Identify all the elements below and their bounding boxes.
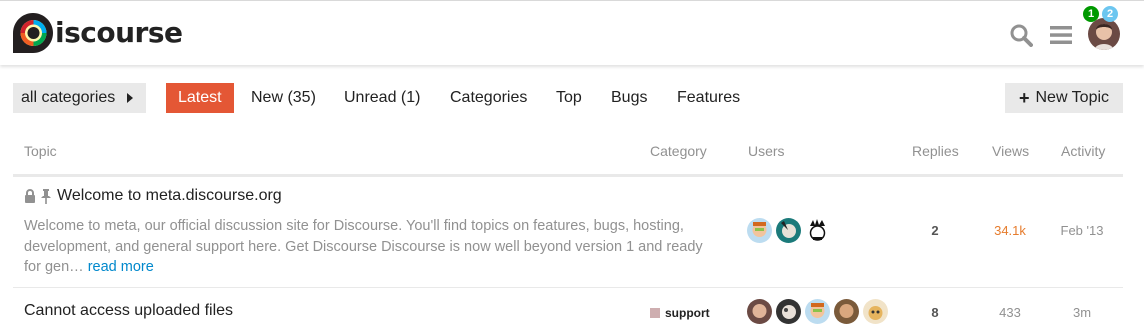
views-count: 433 [999, 305, 1021, 320]
nav-item-latest[interactable]: Latest [166, 83, 234, 113]
search-icon [1010, 24, 1033, 47]
topic-title-link[interactable]: Welcome to meta.discourse.org [24, 187, 282, 205]
message-badge[interactable]: 2 [1102, 6, 1118, 22]
views-count: 34.1k [994, 223, 1026, 238]
replies-count: 2 [931, 223, 939, 238]
category-dropdown-label: all categories [21, 89, 116, 106]
nav-item-features[interactable]: Features [677, 83, 740, 113]
plus-icon: + [1018, 88, 1030, 108]
user-avatar[interactable] [747, 299, 772, 324]
pin-icon [41, 188, 51, 204]
user-avatar[interactable] [863, 299, 888, 324]
nav-item-new[interactable]: New (35) [251, 83, 316, 113]
header-replies[interactable]: Replies [912, 143, 959, 159]
nav-item-unread[interactable]: Unread (1) [344, 83, 420, 113]
navigation-bar: all categories Latest New (35) Unread (1… [13, 82, 1123, 114]
header-topic[interactable]: Topic [24, 143, 57, 159]
user-menu-avatar[interactable]: 1 2 [1083, 6, 1122, 52]
new-topic-button[interactable]: + New Topic [1005, 83, 1123, 113]
site-logo[interactable]: iscourse [12, 12, 183, 54]
read-more-link[interactable]: read more [88, 259, 154, 275]
topic-excerpt: Welcome to meta, our official discussion… [24, 216, 714, 278]
lock-icon [25, 189, 35, 203]
user-avatar[interactable] [776, 218, 801, 243]
header-activity[interactable]: Activity [1061, 143, 1105, 159]
nav-item-top[interactable]: Top [556, 83, 582, 113]
topic-list-header: Topic Category Users Replies Views Activ… [13, 140, 1123, 177]
topic-title: Cannot access uploaded files [24, 302, 234, 319]
user-avatar[interactable] [776, 299, 801, 324]
topic-title-link[interactable]: Cannot access uploaded files [24, 302, 233, 320]
search-button[interactable] [1004, 18, 1038, 52]
category-badge[interactable]: support [650, 306, 710, 320]
header-users: Users [748, 143, 785, 159]
discourse-logo-icon [13, 13, 53, 53]
user-avatar[interactable] [805, 299, 830, 324]
hamburger-icon [1050, 26, 1072, 44]
topic-title: Welcome to meta.discourse.org [57, 187, 282, 204]
category-color-swatch [650, 308, 660, 318]
header-views[interactable]: Views [992, 143, 1029, 159]
replies-count: 8 [931, 305, 939, 320]
activity-time[interactable]: Feb '13 [1052, 223, 1112, 238]
notification-badge[interactable]: 1 [1083, 6, 1099, 22]
site-header: iscourse 1 2 [0, 0, 1144, 65]
topic-users [747, 299, 892, 324]
user-avatar[interactable] [747, 218, 772, 243]
user-avatar[interactable] [834, 299, 859, 324]
category-dropdown[interactable]: all categories [13, 83, 146, 113]
nav-item-bugs[interactable]: Bugs [611, 83, 647, 113]
nav-item-categories[interactable]: Categories [450, 83, 527, 113]
category-name: support [665, 306, 710, 320]
avatar [1088, 18, 1120, 50]
logo-text: iscourse [55, 16, 183, 49]
topic-row: Cannot access uploaded files support 8 4… [13, 288, 1123, 333]
caret-right-icon [127, 93, 134, 103]
topic-row: Welcome to meta.discourse.org Welcome to… [13, 177, 1123, 288]
header-category[interactable]: Category [650, 143, 707, 159]
user-avatar[interactable] [805, 218, 830, 243]
topic-users [747, 218, 834, 243]
hamburger-menu-button[interactable] [1044, 18, 1078, 52]
new-topic-label: New Topic [1035, 89, 1110, 106]
activity-time[interactable]: 3m [1052, 305, 1112, 320]
